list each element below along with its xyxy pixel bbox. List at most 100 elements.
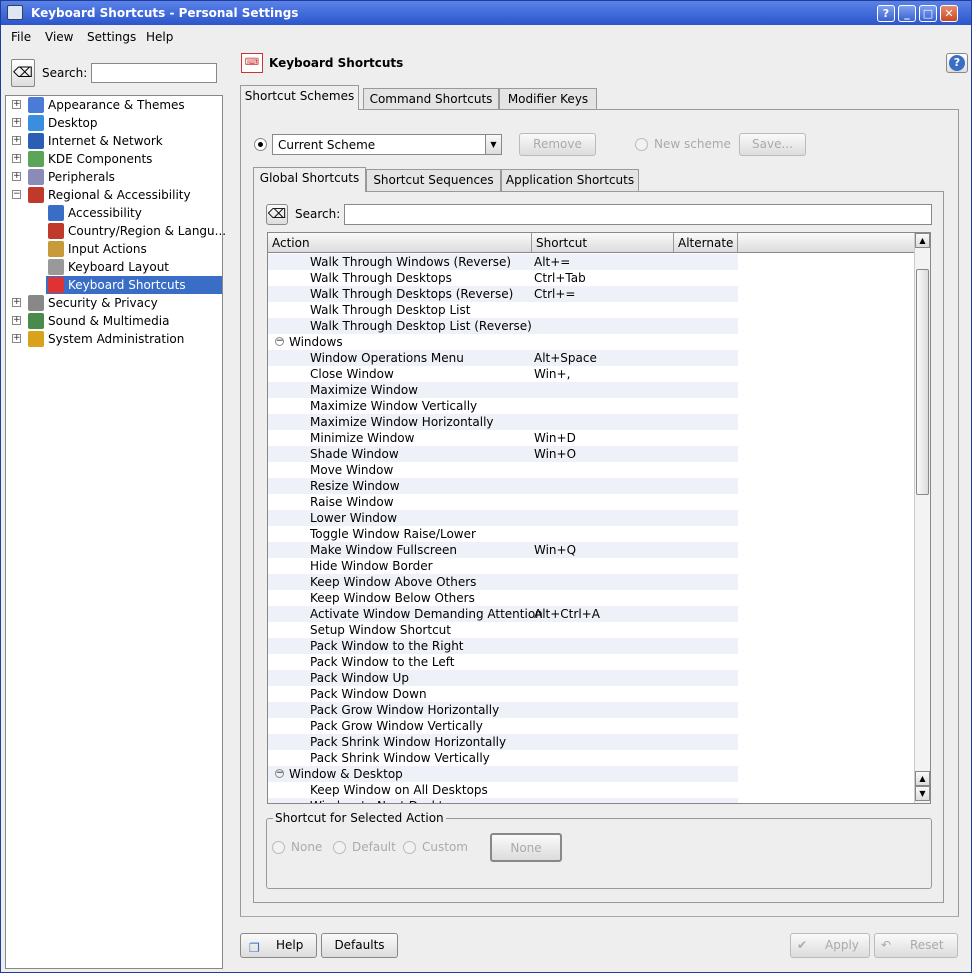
collapse-icon[interactable]: −: [275, 337, 284, 346]
table-row[interactable]: Keep Window on All Desktops: [268, 782, 738, 798]
table-search-input[interactable]: [344, 204, 932, 225]
table-row[interactable]: Keep Window Below Others: [268, 590, 738, 606]
help-button[interactable]: ❐ Help: [240, 933, 317, 958]
clear-table-search-button[interactable]: ⌫: [266, 204, 288, 225]
apply-button[interactable]: ✔ Apply: [790, 933, 870, 958]
table-row[interactable]: Hide Window Border: [268, 558, 738, 574]
menu-help[interactable]: Help: [146, 30, 173, 44]
tab-command-shortcuts[interactable]: Command Shortcuts: [363, 88, 499, 110]
none-radio[interactable]: [272, 841, 285, 854]
panel-splitter[interactable]: [226, 95, 232, 969]
expand-icon[interactable]: +: [12, 100, 21, 109]
expand-icon[interactable]: +: [12, 334, 21, 343]
table-row[interactable]: Pack Shrink Window Vertically: [268, 750, 738, 766]
table-row[interactable]: Pack Window Up: [268, 670, 738, 686]
scroll-up-icon[interactable]: ▲: [915, 771, 930, 786]
reset-button[interactable]: ↶ Reset: [874, 933, 958, 958]
sidebar-item[interactable]: System Administration: [26, 330, 222, 348]
column-shortcut[interactable]: Shortcut: [532, 233, 674, 252]
table-row[interactable]: Pack Grow Window Vertically: [268, 718, 738, 734]
scheme-select[interactable]: Current Scheme ▼: [272, 134, 502, 155]
table-row[interactable]: Maximize Window Vertically: [268, 398, 738, 414]
table-row[interactable]: Pack Window to the Right: [268, 638, 738, 654]
scroll-thumb[interactable]: [916, 269, 929, 495]
tab-shortcut-schemes[interactable]: Shortcut Schemes: [240, 85, 359, 110]
column-alternate[interactable]: Alternate: [674, 233, 738, 252]
defaults-button[interactable]: Defaults: [321, 933, 398, 958]
save-button[interactable]: Save...: [739, 133, 806, 156]
sidebar-search-input[interactable]: [91, 63, 217, 83]
sidebar-item[interactable]: Desktop: [26, 114, 222, 132]
table-scrollbar[interactable]: ▲ ▲ ▼: [914, 233, 930, 803]
shortcut-key-button[interactable]: None: [490, 833, 562, 862]
table-row[interactable]: Setup Window Shortcut: [268, 622, 738, 638]
clear-search-button[interactable]: ⌫: [11, 59, 35, 87]
sidebar-item[interactable]: Input Actions: [46, 240, 222, 258]
whats-this-button[interactable]: ?: [946, 53, 968, 73]
table-group-row[interactable]: − Windows: [268, 334, 738, 350]
sidebar-item[interactable]: Keyboard Shortcuts: [46, 276, 222, 294]
table-row[interactable]: Resize Window: [268, 478, 738, 494]
expand-icon[interactable]: +: [12, 172, 21, 181]
table-row[interactable]: Maximize Window: [268, 382, 738, 398]
menu-view[interactable]: View: [45, 30, 73, 44]
table-row[interactable]: Walk Through Windows (Reverse) Alt+=: [268, 254, 738, 270]
close-button[interactable]: ✕: [940, 5, 958, 22]
expand-icon[interactable]: +: [12, 118, 21, 127]
app-monitor-icon[interactable]: [7, 5, 23, 20]
maximize-button[interactable]: □: [919, 5, 937, 22]
table-row[interactable]: Walk Through Desktop List (Reverse): [268, 318, 738, 334]
sidebar-item[interactable]: Security & Privacy: [26, 294, 222, 312]
collapse-icon[interactable]: −: [275, 769, 284, 778]
tab-modifier-keys[interactable]: Modifier Keys: [499, 88, 597, 110]
table-row[interactable]: Pack Grow Window Horizontally: [268, 702, 738, 718]
table-row[interactable]: Lower Window: [268, 510, 738, 526]
table-row[interactable]: Walk Through Desktop List: [268, 302, 738, 318]
table-row[interactable]: Make Window Fullscreen Win+Q: [268, 542, 738, 558]
tab-global-shortcuts[interactable]: Global Shortcuts: [253, 167, 366, 192]
help-question-icon[interactable]: ?: [877, 5, 895, 22]
expand-icon[interactable]: +: [12, 316, 21, 325]
column-action[interactable]: Action: [268, 233, 532, 252]
sidebar-item[interactable]: Keyboard Layout: [46, 258, 222, 276]
sidebar-item[interactable]: Regional & Accessibility: [26, 186, 222, 204]
current-scheme-radio[interactable]: [254, 138, 267, 151]
collapse-icon[interactable]: −: [12, 190, 21, 199]
tab-application-shortcuts[interactable]: Application Shortcuts: [501, 169, 639, 191]
table-row[interactable]: Window Operations Menu Alt+Space: [268, 350, 738, 366]
sidebar-item[interactable]: Sound & Multimedia: [26, 312, 222, 330]
table-row[interactable]: Keep Window Above Others: [268, 574, 738, 590]
new-scheme-radio[interactable]: [635, 138, 648, 151]
table-row[interactable]: Pack Shrink Window Horizontally: [268, 734, 738, 750]
custom-radio[interactable]: [403, 841, 416, 854]
table-row[interactable]: Activate Window Demanding Attention Alt+C…: [268, 606, 738, 622]
scroll-down-icon[interactable]: ▼: [915, 786, 930, 801]
table-row[interactable]: Raise Window: [268, 494, 738, 510]
menu-settings[interactable]: Settings: [87, 30, 136, 44]
minimize-button[interactable]: _: [898, 5, 916, 22]
table-group-row[interactable]: − Window & Desktop: [268, 766, 738, 782]
remove-button[interactable]: Remove: [519, 133, 596, 156]
menu-file[interactable]: File: [11, 30, 31, 44]
table-row[interactable]: Walk Through Desktops (Reverse) Ctrl+=: [268, 286, 738, 302]
module-tree[interactable]: + Appearance & Themes + Desktop + Internet & …: [5, 95, 226, 969]
table-row[interactable]: Toggle Window Raise/Lower: [268, 526, 738, 542]
table-row[interactable]: Pack Window to the Left: [268, 654, 738, 670]
title-bar[interactable]: Keyboard Shortcuts - Personal Settings ?…: [1, 1, 971, 25]
tab-shortcut-sequences[interactable]: Shortcut Sequences: [366, 169, 501, 191]
scroll-up-icon[interactable]: ▲: [915, 233, 930, 248]
sidebar-item[interactable]: Peripherals: [26, 168, 222, 186]
table-row[interactable]: Maximize Window Horizontally: [268, 414, 738, 430]
sidebar-item[interactable]: Appearance & Themes: [26, 96, 222, 114]
shortcuts-table[interactable]: Action Shortcut Alternate Walk Through W…: [267, 232, 931, 804]
table-row[interactable]: Walk Through Desktops Ctrl+Tab: [268, 270, 738, 286]
table-row[interactable]: Minimize Window Win+D: [268, 430, 738, 446]
table-row[interactable]: Move Window: [268, 462, 738, 478]
expand-icon[interactable]: +: [12, 136, 21, 145]
sidebar-item[interactable]: Accessibility: [46, 204, 222, 222]
table-row[interactable]: Pack Window Down: [268, 686, 738, 702]
table-row[interactable]: Close Window Win+,: [268, 366, 738, 382]
expand-icon[interactable]: +: [12, 298, 21, 307]
sidebar-item[interactable]: Internet & Network: [26, 132, 222, 150]
sidebar-item[interactable]: KDE Components: [26, 150, 222, 168]
